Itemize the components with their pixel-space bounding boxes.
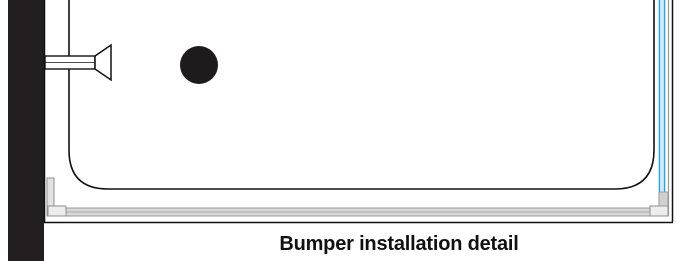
knob-circle <box>180 46 218 84</box>
glass-panel <box>658 0 670 216</box>
wall <box>8 0 44 261</box>
wall-handle <box>44 43 112 82</box>
diagram-caption: Bumper installation detail <box>279 233 519 255</box>
right-bumper <box>649 205 669 217</box>
bottom-frame-rail <box>47 207 669 217</box>
shower-tray-outline <box>68 0 655 190</box>
bumper-installation-diagram: Bumper installation detail <box>0 0 678 261</box>
diagram-drawing <box>8 0 674 261</box>
left-bumper <box>46 177 67 217</box>
